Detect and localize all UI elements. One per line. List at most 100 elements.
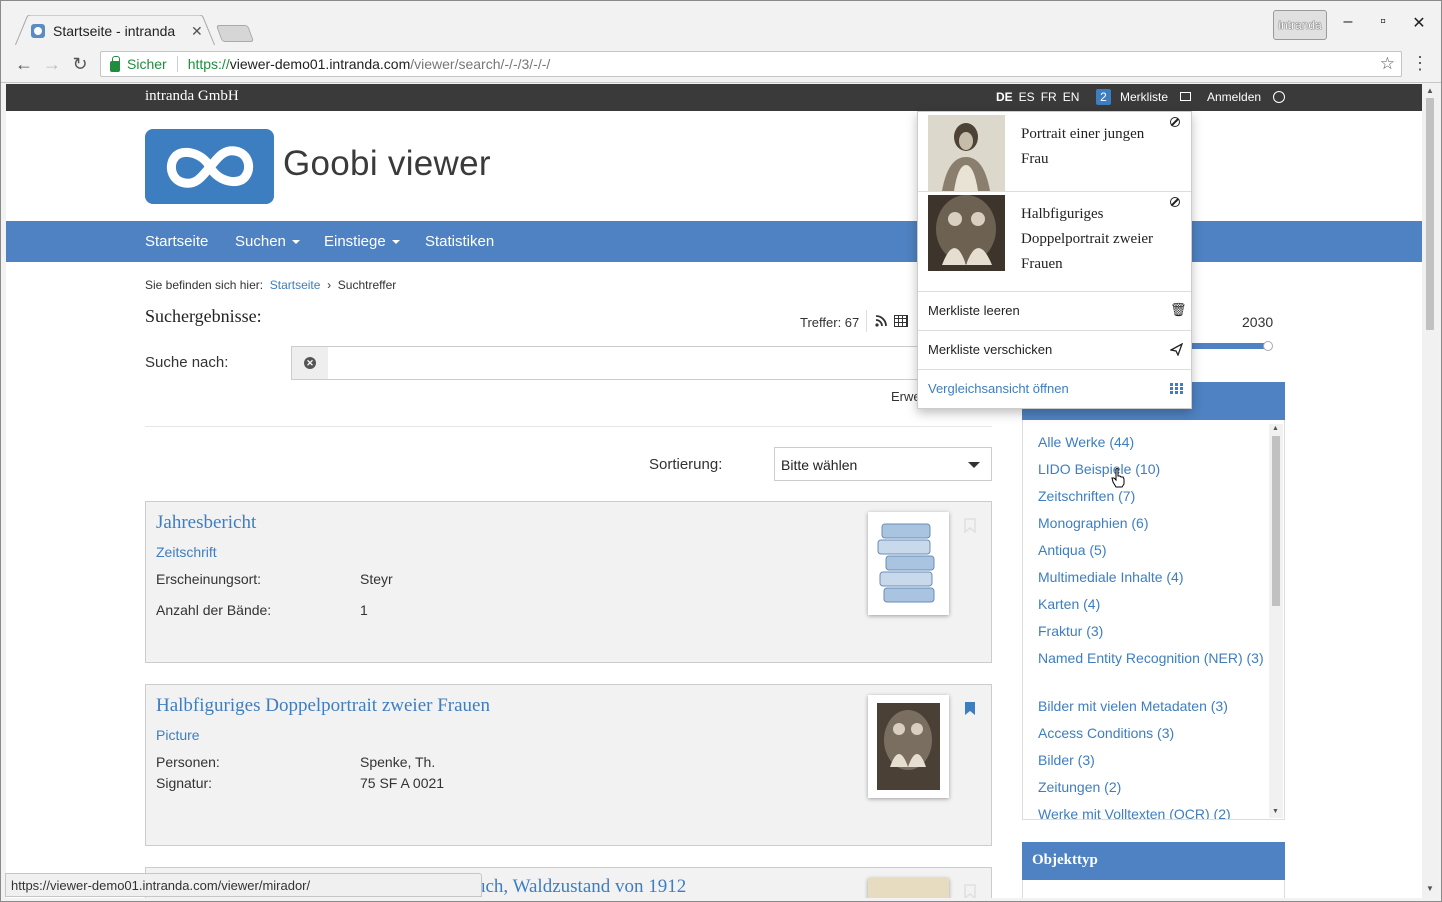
- lang-en[interactable]: EN: [1063, 90, 1080, 104]
- sort-value: Bitte wählen: [781, 457, 858, 473]
- page-scrollbar[interactable]: ▲ ▼: [1422, 84, 1438, 898]
- facet-item[interactable]: Multimediale Inhalte (4): [1038, 567, 1266, 588]
- facet-item[interactable]: Monographien (6): [1038, 513, 1266, 534]
- facet-item[interactable]: Named Entity Recognition (NER) (3): [1038, 648, 1266, 669]
- minimize-icon[interactable]: –: [1336, 13, 1360, 35]
- breadcrumb-separator: ›: [327, 278, 332, 292]
- facet-item[interactable]: Antiqua (5): [1038, 540, 1266, 561]
- forward-icon[interactable]: →: [41, 53, 63, 75]
- merkliste-item[interactable]: Portrait einer jungen Frau: [918, 112, 1191, 192]
- window-close-icon[interactable]: ✕: [1407, 13, 1431, 35]
- year-slider-handle[interactable]: [1263, 341, 1273, 351]
- scroll-up-icon[interactable]: ▲: [1272, 425, 1279, 432]
- list-icon[interactable]: [1180, 92, 1191, 101]
- merkliste-item-title[interactable]: Halbfiguriges Doppelportrait zweier Frau…: [1021, 202, 1161, 277]
- user-icon[interactable]: [1273, 91, 1285, 103]
- tab-active[interactable]: Startseite - intranda ✕: [31, 17, 211, 45]
- browser-menu-icon[interactable]: ⋮: [1411, 53, 1429, 74]
- meta-key: Erscheinungsort:: [156, 571, 262, 587]
- back-icon[interactable]: ←: [13, 53, 35, 75]
- merkliste-count-badge[interactable]: 2: [1096, 89, 1111, 105]
- logo-text[interactable]: Goobi viewer: [283, 144, 491, 184]
- facet-scroll-thumb[interactable]: [1272, 436, 1280, 606]
- rss-icon[interactable]: [875, 315, 887, 330]
- meta-value: 75 SF A 0021: [360, 775, 445, 791]
- merkliste-send[interactable]: Merkliste verschicken: [918, 331, 1191, 370]
- scroll-up-icon[interactable]: ▲: [1426, 86, 1434, 95]
- hit-thumbnail[interactable]: [868, 512, 949, 615]
- sort-select[interactable]: Bitte wählen: [774, 447, 992, 481]
- facet-item[interactable]: Zeitungen (2): [1038, 777, 1266, 798]
- hit-title[interactable]: uch, Waldzustand von 1912: [476, 876, 686, 898]
- merkliste-item-title[interactable]: Portrait einer jungen Frau: [1021, 122, 1161, 172]
- merkliste-item[interactable]: Halbfiguriges Doppelportrait zweier Frau…: [918, 192, 1191, 292]
- table-icon[interactable]: [894, 315, 908, 327]
- photo-thumbnail: [877, 703, 940, 790]
- merkliste-toggle[interactable]: Merkliste: [1120, 90, 1168, 104]
- nav-startseite[interactable]: Startseite: [145, 233, 208, 250]
- facet-item[interactable]: Zeitschriften (7): [1038, 486, 1266, 507]
- facet-item[interactable]: Karten (4): [1038, 594, 1266, 615]
- facet-item[interactable]: Werke mit Volltexten (OCR) (2): [1038, 804, 1266, 819]
- facet-item[interactable]: Bilder mit vielen Metadaten (3): [1038, 696, 1266, 717]
- maximize-icon[interactable]: ▫: [1371, 13, 1395, 35]
- lang-es[interactable]: ES: [1019, 90, 1035, 104]
- page-scroll-thumb[interactable]: [1426, 98, 1434, 330]
- lang-de[interactable]: DE: [996, 90, 1013, 104]
- new-tab-button[interactable]: [215, 25, 255, 42]
- facet-item[interactable]: Bilder (3): [1038, 750, 1266, 771]
- objekttyp-heading[interactable]: Objekttyp: [1022, 842, 1285, 880]
- hit-type[interactable]: Zeitschrift: [156, 544, 217, 560]
- scroll-down-icon[interactable]: ▼: [1272, 808, 1279, 815]
- search-clear-button[interactable]: ✕: [291, 346, 329, 380]
- divider: [866, 310, 867, 332]
- facet-item[interactable]: Fraktur (3): [1038, 621, 1266, 642]
- facet-item[interactable]: Access Conditions (3): [1038, 723, 1266, 744]
- merkliste-compare[interactable]: Vergleichsansicht öffnen: [918, 370, 1191, 409]
- search-input[interactable]: [328, 346, 928, 380]
- logo[interactable]: [145, 129, 274, 204]
- merkliste-dropdown: Portrait einer jungen Frau Halbfiguriges…: [917, 111, 1192, 409]
- bookmark-filled-icon[interactable]: [964, 701, 976, 716]
- chevron-down-icon: [391, 240, 400, 245]
- meta-value: Spenke, Th.: [360, 754, 436, 770]
- breadcrumb-home[interactable]: Startseite: [270, 278, 321, 292]
- hand-cursor-icon: [1111, 468, 1125, 488]
- login-link[interactable]: Anmelden: [1207, 90, 1261, 104]
- results-heading: Suchergebnisse:: [145, 306, 262, 326]
- hit-type[interactable]: Picture: [156, 727, 200, 743]
- address-bar[interactable]: Sicher https:// viewer-demo01.intranda.c…: [100, 51, 1402, 77]
- nav-einstiege[interactable]: Einstiege: [324, 233, 400, 250]
- breadcrumb-prefix: Sie befinden sich hier:: [145, 278, 264, 292]
- bookmark-icon[interactable]: [964, 518, 976, 533]
- infinity-icon: [166, 146, 254, 188]
- hit-title[interactable]: Jahresbericht: [156, 512, 256, 534]
- reload-icon[interactable]: ↻: [69, 53, 91, 75]
- merkliste-clear[interactable]: Merkliste leeren 🗑: [918, 292, 1191, 331]
- grid-icon: [1170, 383, 1183, 394]
- tab-close-icon[interactable]: ✕: [191, 23, 203, 40]
- remove-icon[interactable]: [1170, 197, 1180, 207]
- remove-icon[interactable]: [1170, 117, 1180, 127]
- facet-item[interactable]: Alle Werke (44): [1038, 432, 1266, 453]
- breadcrumb-current: Suchtreffer: [337, 278, 397, 292]
- nav-statistiken[interactable]: Statistiken: [425, 233, 494, 250]
- facet-item[interactable]: LIDO Beispiele (10): [1038, 459, 1266, 480]
- language-switcher: DE ES FR EN: [996, 90, 1079, 104]
- status-bar: https://viewer-demo01.intranda.com/viewe…: [5, 873, 482, 897]
- nav-suchen[interactable]: Suchen: [235, 233, 300, 250]
- url-host: viewer-demo01.intranda.com: [229, 56, 411, 72]
- site-favicon-icon: [31, 24, 45, 38]
- bookmark-icon[interactable]: [964, 884, 976, 898]
- hit-thumbnail[interactable]: [868, 878, 949, 898]
- hit-thumbnail[interactable]: [868, 695, 949, 798]
- scroll-down-icon[interactable]: ▼: [1426, 884, 1434, 893]
- lang-fr[interactable]: FR: [1041, 90, 1057, 104]
- trash-icon: 🗑: [1170, 302, 1187, 317]
- facet-list: Alle Werke (44) LIDO Beispiele (10) Zeit…: [1022, 420, 1285, 820]
- facet-scrollbar[interactable]: ▲ ▼: [1269, 424, 1283, 818]
- nav-einstiege-label: Einstiege: [324, 233, 386, 250]
- bookmark-star-icon[interactable]: ☆: [1380, 54, 1395, 74]
- hit-title[interactable]: Halbfiguriges Doppelportrait zweier Frau…: [156, 695, 490, 717]
- profile-button[interactable]: intranda: [1273, 10, 1327, 40]
